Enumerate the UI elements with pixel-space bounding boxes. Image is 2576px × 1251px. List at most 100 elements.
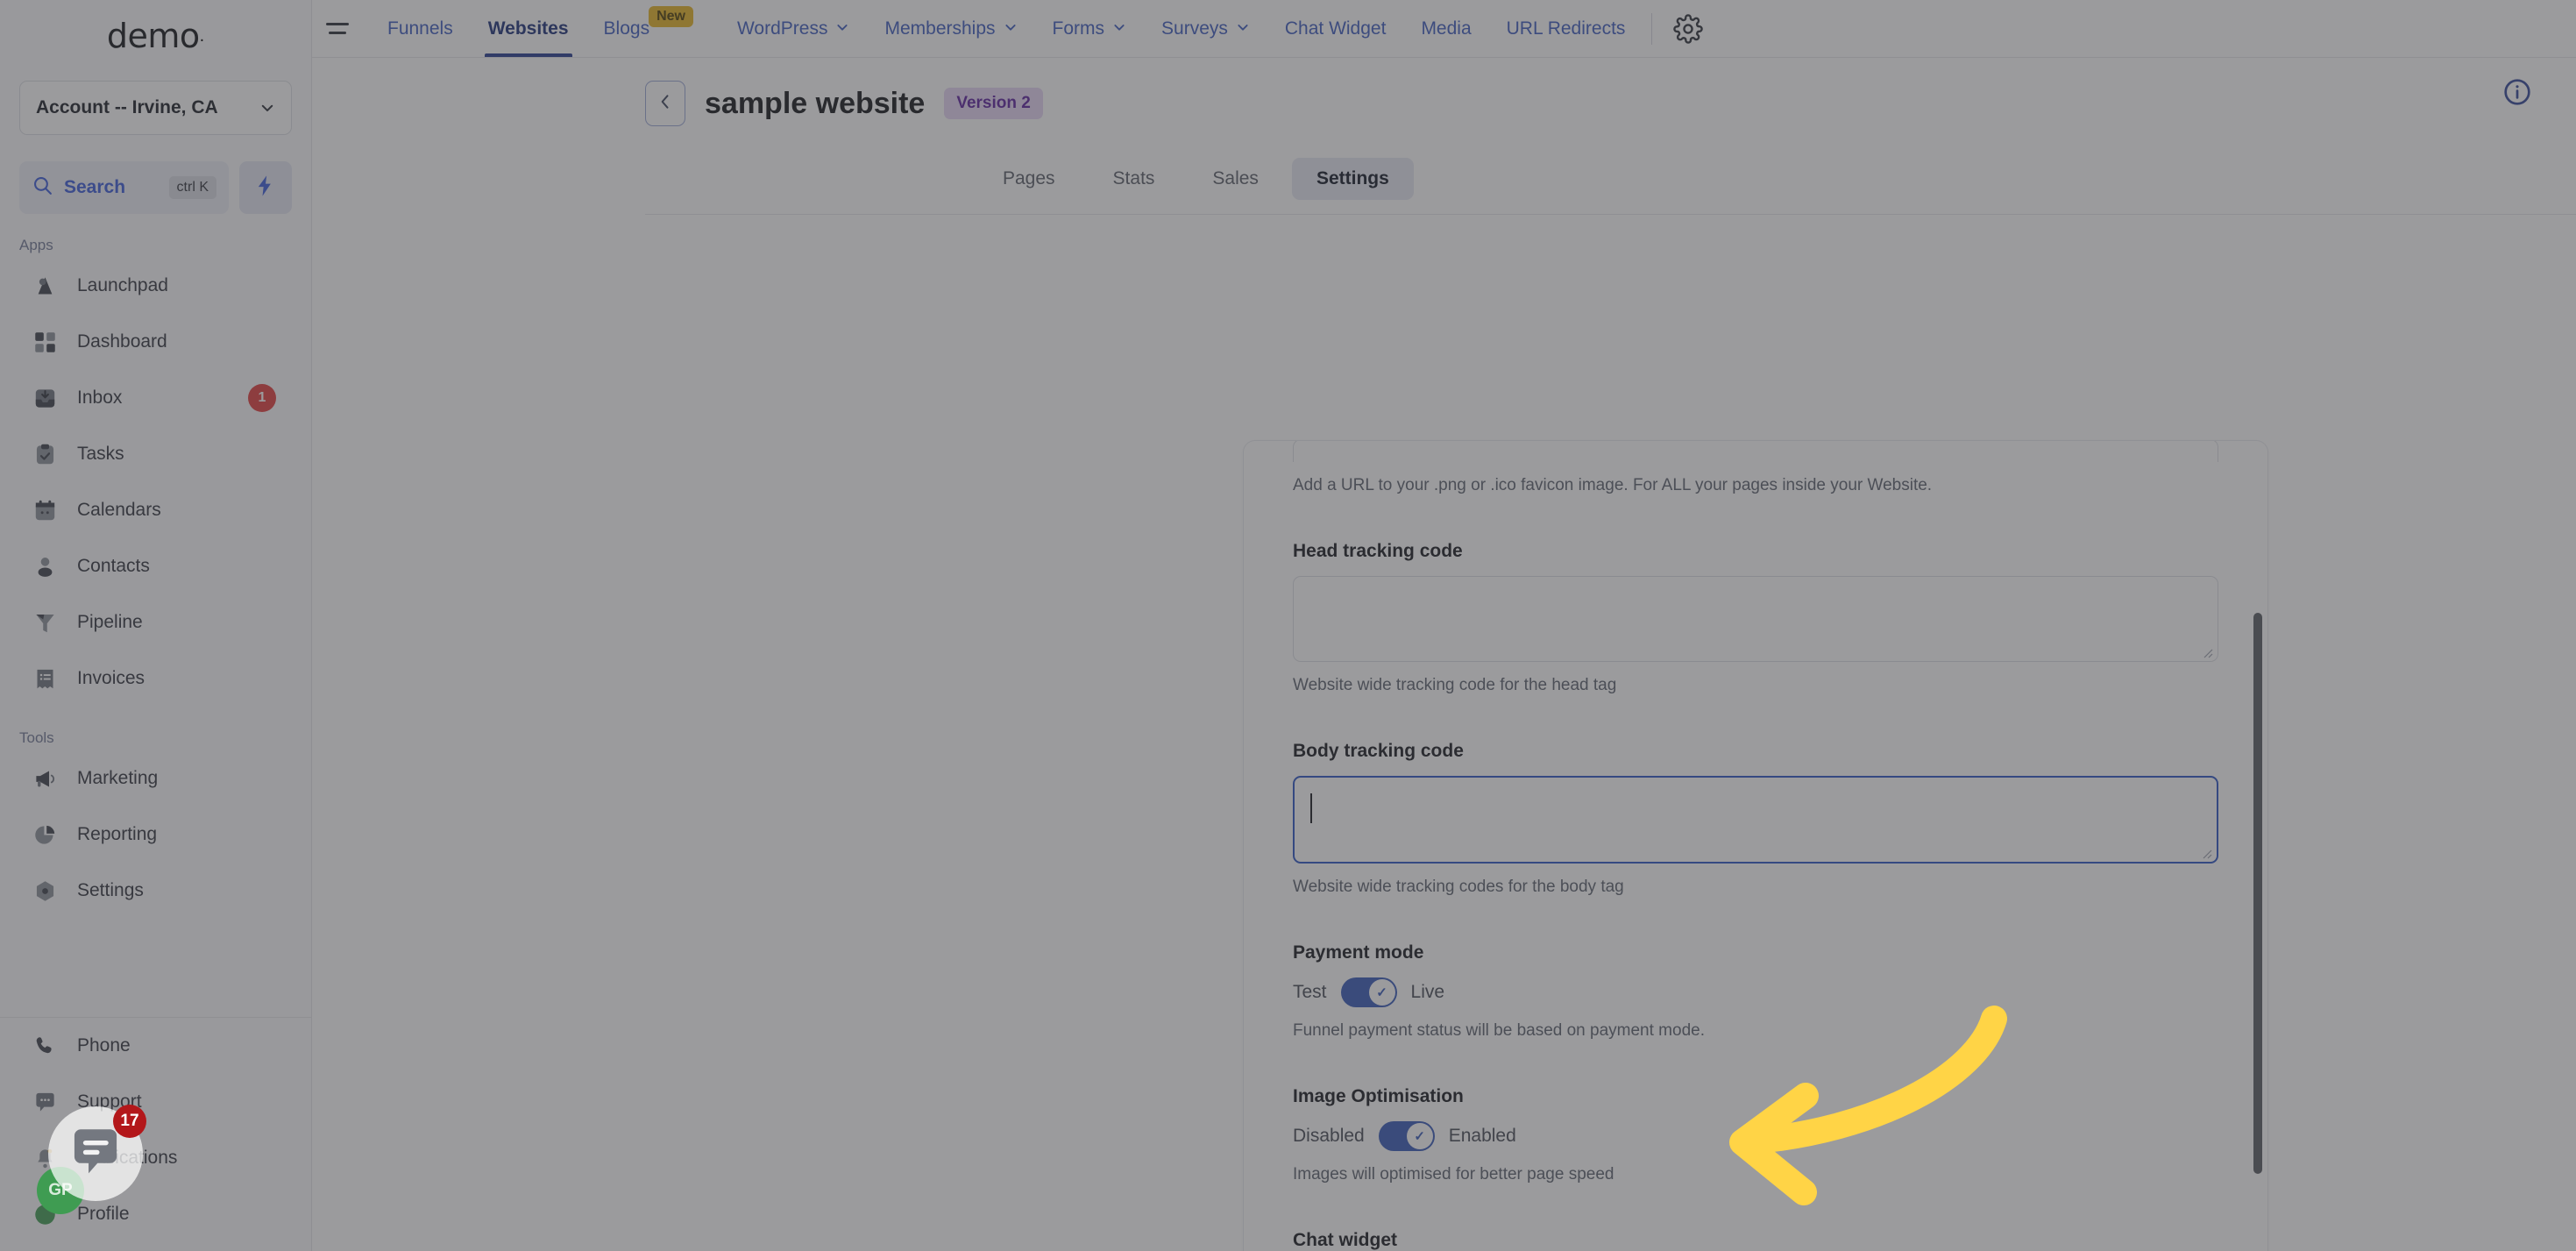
payment-mode-toggle[interactable]: ✓: [1340, 977, 1397, 1007]
tab-media[interactable]: Media: [1403, 0, 1488, 57]
body-tracking-help: Website wide tracking codes for the body…: [1293, 878, 1624, 896]
info-circle-icon[interactable]: [2502, 77, 2532, 107]
clipboard-check-icon: [32, 441, 58, 467]
sidebar-item-label: Launchpad: [77, 275, 168, 295]
tab-pages[interactable]: Pages: [978, 158, 1080, 200]
favicon-url-input[interactable]: [1293, 441, 2218, 462]
sidebar-item-phone[interactable]: Phone: [12, 1018, 299, 1074]
main-area: Funnels Websites Blogs New WordPress Mem…: [312, 0, 2576, 1251]
invoice-icon: [32, 665, 58, 692]
top-nav-label: Media: [1421, 18, 1472, 39]
tab-stats[interactable]: Stats: [1089, 158, 1180, 200]
page-header: sample website Version 2 Pages Stats Sal…: [312, 58, 2576, 215]
body-tracking-label: Body tracking code: [1293, 741, 1464, 761]
payment-mode-field: Payment mode Test ✓ Live Funnel payment …: [1293, 942, 2218, 1041]
sidebar-item-inbox[interactable]: Inbox 1: [12, 370, 299, 426]
image-optimisation-field: Image Optimisation Disabled ✓ Enabled Im…: [1293, 1086, 2218, 1184]
settings-content: Add a URL to your .png or .ico favicon i…: [312, 215, 2576, 1251]
brand-name: demo: [106, 17, 200, 55]
image-optimisation-right-label: Enabled: [1448, 1126, 1516, 1146]
top-nav-label: Forms: [1052, 18, 1105, 39]
sidebar-bottom-nav: Phone Support Notifications: [0, 998, 311, 1251]
account-label: Account -- Irvine, CA: [36, 97, 218, 117]
resize-grip-icon[interactable]: [2201, 646, 2213, 658]
tab-surveys[interactable]: Surveys: [1144, 0, 1267, 57]
person-icon: [32, 553, 58, 579]
page-title: sample website: [705, 86, 926, 120]
sidebar-item-invoices[interactable]: Invoices: [12, 650, 299, 707]
sidebar-item-reporting[interactable]: Reporting: [12, 807, 299, 863]
toggle-knob: ✓: [1406, 1123, 1433, 1149]
tab-websites[interactable]: Websites: [471, 0, 586, 57]
tab-sales[interactable]: Sales: [1188, 158, 1283, 200]
search-input[interactable]: Search ctrl K: [19, 161, 229, 214]
sidebar-item-label: Marketing: [77, 768, 159, 788]
sidebar-item-support[interactable]: Support: [12, 1074, 299, 1130]
tab-funnels[interactable]: Funnels: [370, 0, 471, 57]
hamburger-menu-icon[interactable]: [317, 23, 358, 34]
back-button[interactable]: [645, 81, 685, 126]
account-selector[interactable]: Account -- Irvine, CA: [19, 81, 292, 135]
inbox-badge: 1: [248, 384, 276, 412]
image-optimisation-toggle-row: Disabled ✓ Enabled: [1293, 1121, 2218, 1151]
payment-mode-toggle-row: Test ✓ Live: [1293, 977, 2218, 1007]
tab-label: Sales: [1212, 168, 1259, 188]
head-tracking-textarea[interactable]: [1293, 576, 2218, 662]
sidebar-item-pipeline[interactable]: Pipeline: [12, 594, 299, 650]
tab-url-redirects[interactable]: URL Redirects: [1489, 0, 1643, 57]
chevron-down-icon: [835, 18, 849, 39]
gear-hex-icon: [32, 878, 58, 904]
tab-label: Stats: [1112, 168, 1155, 188]
payment-mode-right-label: Live: [1410, 982, 1445, 1002]
top-nav-label: Websites: [487, 18, 569, 39]
sidebar-item-contacts[interactable]: Contacts: [12, 538, 299, 594]
top-navigation-bar: Funnels Websites Blogs New WordPress Mem…: [312, 0, 2576, 58]
toolbar-separator: [1651, 12, 1653, 45]
tab-settings[interactable]: Settings: [1291, 158, 1414, 200]
inbox-icon: [32, 385, 58, 411]
tab-label: Pages: [1003, 168, 1055, 188]
sidebar-item-tasks[interactable]: Tasks: [12, 426, 299, 482]
chevron-down-icon: [1112, 18, 1126, 39]
tab-wordpress[interactable]: WordPress: [720, 0, 867, 57]
sidebar-item-launchpad[interactable]: Launchpad: [12, 258, 299, 314]
payment-mode-help: Funnel payment status will be based on p…: [1293, 1021, 1705, 1040]
search-placeholder: Search: [64, 177, 126, 197]
chevron-down-icon: [1236, 18, 1250, 39]
page-title-row: sample website Version 2: [645, 81, 2576, 126]
resize-grip-icon[interactable]: [2200, 847, 2212, 859]
image-optimisation-toggle[interactable]: ✓: [1378, 1121, 1435, 1151]
version-badge: Version 2: [944, 88, 1043, 119]
launchpad-icon: [32, 273, 58, 299]
tab-memberships[interactable]: Memberships: [867, 0, 1034, 57]
toggle-knob: ✓: [1368, 979, 1395, 1006]
tools-section-label: Tools: [19, 729, 54, 746]
grid-icon: [32, 329, 58, 355]
chat-widget-label: Chat widget: [1293, 1230, 1397, 1250]
gear-icon[interactable]: [1673, 13, 1704, 44]
tab-blogs[interactable]: Blogs New: [586, 0, 720, 57]
text-caret: [1310, 793, 1312, 823]
brand-logo[interactable]: demo.: [0, 0, 311, 72]
vertical-scrollbar[interactable]: [2253, 613, 2262, 1174]
payment-mode-left-label: Test: [1293, 982, 1327, 1002]
chat-bubble-widget[interactable]: 17: [48, 1105, 146, 1201]
sidebar-item-label: Dashboard: [77, 331, 167, 352]
chat-dots-icon: [32, 1089, 58, 1115]
tab-chat-widget[interactable]: Chat Widget: [1267, 0, 1404, 57]
top-nav-label: Funnels: [387, 18, 453, 39]
sidebar-item-marketing[interactable]: Marketing: [12, 750, 299, 807]
brand-dot: .: [199, 25, 205, 46]
top-nav-items: Funnels Websites Blogs New WordPress Mem…: [370, 0, 1643, 57]
top-nav-label: Surveys: [1161, 18, 1228, 39]
quick-action-button[interactable]: [239, 161, 292, 214]
sidebar-item-settings[interactable]: Settings: [12, 863, 299, 919]
chat-unread-badge: 17: [113, 1105, 146, 1138]
tab-forms[interactable]: Forms: [1035, 0, 1145, 57]
lightning-bolt-icon: [253, 174, 278, 203]
sidebar-item-dashboard[interactable]: Dashboard: [12, 314, 299, 370]
image-optimisation-help: Images will optimised for better page sp…: [1293, 1165, 1614, 1183]
sidebar-item-calendars[interactable]: Calendars: [12, 482, 299, 538]
body-tracking-textarea[interactable]: [1293, 776, 2218, 864]
top-nav-label: WordPress: [736, 18, 828, 39]
